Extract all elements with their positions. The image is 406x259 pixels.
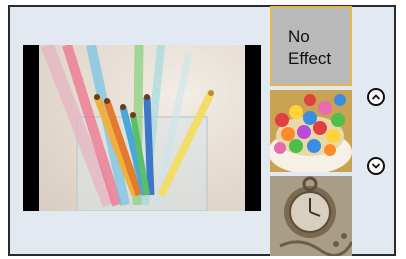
preview-image — [23, 45, 261, 211]
scroll-down-button[interactable] — [367, 157, 385, 175]
effect-option-no-effect-label: No Effect — [288, 27, 332, 68]
preview-photo — [39, 45, 245, 211]
candy-bowl-image — [270, 90, 352, 172]
scroll-up-button[interactable] — [367, 88, 385, 106]
chevron-down-icon — [372, 163, 380, 169]
effect-option-no-effect[interactable]: No Effect — [270, 6, 352, 86]
pocket-watch-image — [270, 176, 352, 256]
effect-option-sepia-thumbnail[interactable] — [270, 176, 352, 256]
chevron-up-icon — [372, 94, 380, 100]
effect-selection-screen: No Effect — [0, 0, 406, 259]
effect-option-color-thumbnail[interactable] — [270, 90, 352, 172]
